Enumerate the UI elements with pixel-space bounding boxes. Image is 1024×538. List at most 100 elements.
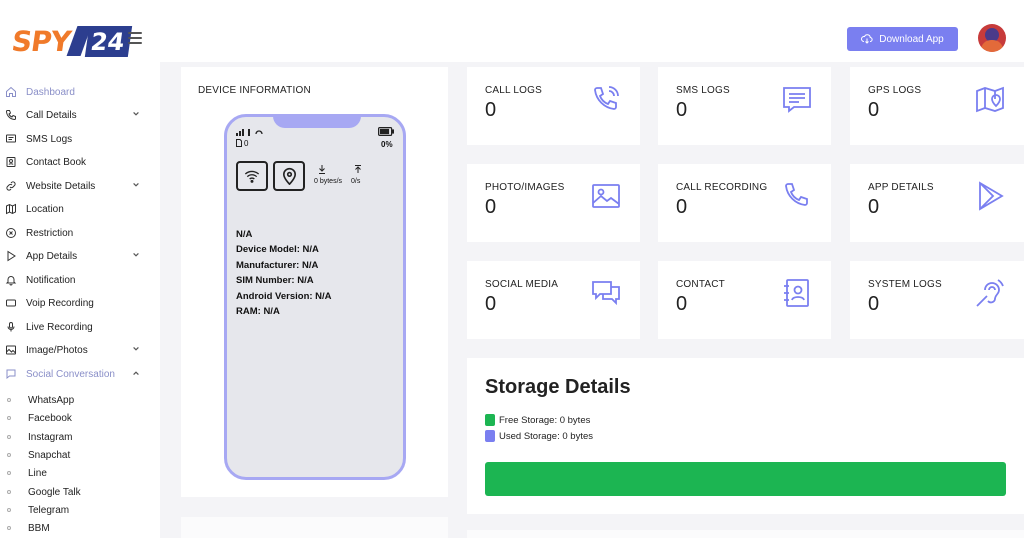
sidebar-item-contact-book[interactable]: Contact Book [0,152,160,172]
sidebar-item-app-details[interactable]: App Details [0,246,160,266]
sidebar-item-notification[interactable]: Notification [0,270,160,290]
device-model: Device Model: N/A [236,244,319,255]
device-android-version: Android Version: N/A [236,291,332,302]
sidebar-item-location[interactable]: Location [0,199,160,219]
storage-details-card: Storage Details Free Storage: 0 bytes Us… [467,358,1024,514]
chevron-down-icon [133,182,139,187]
call-recording-icon [785,183,808,206]
chevron-down-icon [133,346,139,351]
battery-percent: 0% [381,140,393,149]
sidebar-subitem-facebook[interactable]: Facebook [0,409,160,427]
location-pin-icon [283,167,296,185]
free-storage-swatch [485,414,495,426]
used-storage-label: Used Storage: 0 bytes [499,430,593,442]
cloud-download-icon [861,34,873,44]
stat-card-call-logs[interactable]: CALL LOGS 0 [467,67,640,145]
download-app-button[interactable]: Download App [847,27,958,51]
used-storage-swatch [485,430,495,442]
stat-card-app-details[interactable]: APP DETAILS 0 [850,164,1024,242]
device-sim-number: SIM Number: N/A [236,275,314,286]
free-storage-label: Free Storage: 0 bytes [499,414,591,426]
sim-icon [236,139,242,147]
stat-card-social-media[interactable]: SOCIAL MEDIA 0 [467,261,640,339]
device-name: N/A [236,229,253,240]
device-manufacturer: Manufacturer: N/A [236,260,319,271]
logo-text: SPY [9,24,73,58]
ear-icon [976,279,1004,307]
voip-icon [6,299,16,307]
menu-toggle-icon[interactable] [128,32,142,44]
download-arrow-icon [319,165,325,174]
chevron-down-icon [133,252,139,257]
stat-card-sms-logs[interactable]: SMS LOGS 0 [658,67,831,145]
sim-count: 0 [244,139,249,148]
avatar[interactable] [978,24,1006,52]
sidebar-subitem-bbm[interactable]: BBM [0,519,160,537]
location-box[interactable] [273,161,305,191]
top-bar: SPY 24 Download App [0,0,1024,62]
device-information-card: DEVICE INFORMATION 0 0% 0 bytes/s 0/s N/… [181,67,448,497]
stat-card-contact[interactable]: CONTACT 0 [658,261,831,339]
storage-title: Storage Details [485,376,631,398]
chat-icon [6,369,16,380]
upload-arrow-icon [355,165,361,173]
sidebar-item-dashboard[interactable]: Dashboard [0,82,160,102]
gps-map-icon [976,86,1004,113]
free-storage-legend: Free Storage: 0 bytes [485,414,590,426]
call-log-icon [594,86,619,110]
play-icon [7,250,16,262]
restriction-icon [6,228,16,238]
chevron-up-icon [133,371,139,376]
contact-icon [784,279,809,307]
phone-mockup: 0 0% 0 bytes/s 0/s N/A Device Model: N/A… [224,114,406,480]
lower-card-right [467,530,1024,538]
sidebar-subitem-google-talk[interactable]: Google Talk [0,483,160,501]
lower-card-left [181,517,448,538]
signal-icon [236,129,263,136]
mic-icon [7,322,15,332]
sidebar: Dashboard Call Details SMS Logs Contact … [0,62,160,538]
upload-speed: 0/s [351,178,361,185]
home-icon [6,86,16,97]
chevron-down-icon [133,111,139,116]
sidebar-subitem-line[interactable]: Line [0,464,160,482]
spy24-logo[interactable]: SPY 24 [9,24,133,58]
sidebar-subitem-whatsapp[interactable]: WhatsApp [0,391,160,409]
sidebar-subitem-snapchat[interactable]: Snapchat [0,446,160,464]
map-icon [6,203,16,215]
download-app-label: Download App [879,33,944,45]
sidebar-item-voip-recording[interactable]: Voip Recording [0,293,160,313]
social-chat-icon [592,281,620,306]
sidebar-subitem-instagram[interactable]: Instagram [0,428,160,446]
contact-book-icon [6,157,16,167]
used-storage-legend: Used Storage: 0 bytes [485,430,593,442]
stat-card-system-logs[interactable]: SYSTEM LOGS 0 [850,261,1024,339]
sidebar-item-restriction[interactable]: Restriction [0,223,160,243]
device-ram: RAM: N/A [236,306,280,317]
link-icon [6,181,16,191]
sidebar-item-website-details[interactable]: Website Details [0,176,160,196]
sidebar-item-social-conversation[interactable]: Social Conversation [0,364,160,384]
storage-progress-bar [485,462,1006,496]
battery-icon [378,127,394,136]
phone-icon [5,110,16,121]
logo-number: 24 [84,25,133,57]
photo-icon [592,184,620,208]
sidebar-item-sms-logs[interactable]: SMS Logs [0,129,160,149]
download-speed: 0 bytes/s [314,178,343,185]
device-information-title: DEVICE INFORMATION [198,85,311,96]
stat-card-call-recording[interactable]: CALL RECORDING 0 [658,164,831,242]
bell-icon [5,276,17,286]
stat-card-photo-images[interactable]: PHOTO/IMAGES 0 [467,164,640,242]
sidebar-subitem-telegram[interactable]: Telegram [0,501,160,519]
wifi-icon [244,170,260,183]
sidebar-item-live-recording[interactable]: Live Recording [0,317,160,337]
image-icon [6,345,16,355]
sidebar-item-call-details[interactable]: Call Details [0,105,160,125]
sidebar-item-image-photos[interactable]: Image/Photos [0,340,160,360]
app-play-icon [979,181,1004,211]
sms-icon [783,87,811,113]
wifi-box[interactable] [236,161,268,191]
message-icon [6,134,16,143]
stat-card-gps-logs[interactable]: GPS LOGS 0 [850,67,1024,145]
